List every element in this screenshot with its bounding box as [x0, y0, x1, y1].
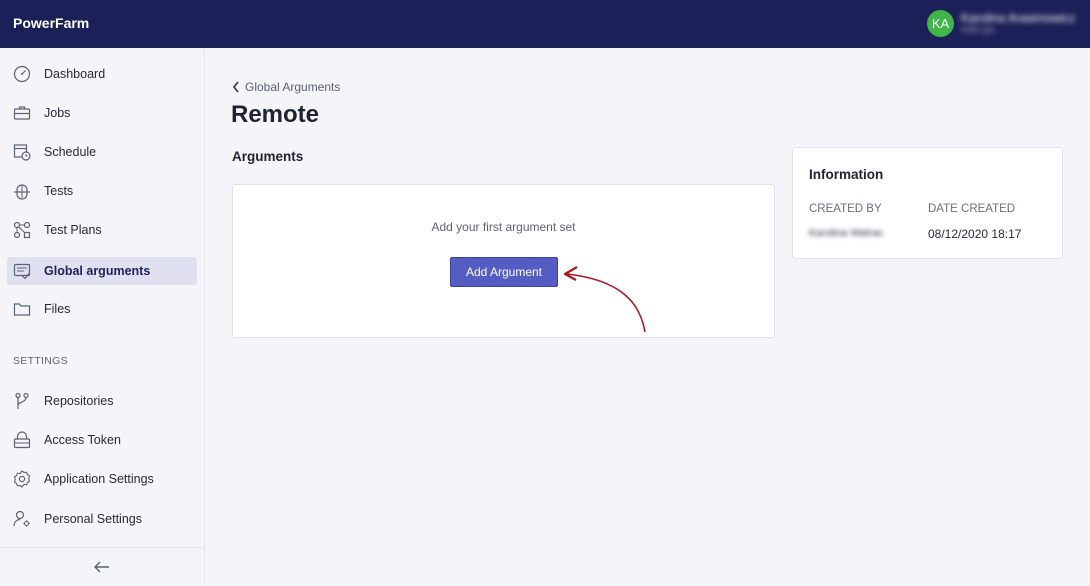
sidebar-item-tests[interactable]: Tests: [7, 177, 197, 205]
sidebar-item-personal-settings[interactable]: Personal Settings: [7, 505, 197, 533]
sidebar-item-label: Repositories: [44, 394, 114, 408]
user-subtitle: HIRI QA: [961, 25, 995, 35]
brand-logo[interactable]: PowerFarm: [13, 15, 89, 31]
sidebar-item-label: Access Token: [44, 433, 121, 447]
briefcase-icon: [13, 106, 31, 120]
git-branch-icon: [15, 392, 29, 409]
user-menu[interactable]: KA Karolina Arasimowicz HIRI QA: [927, 10, 1075, 37]
sidebar-item-label: Test Plans: [44, 223, 102, 237]
page-title: Remote: [231, 101, 320, 128]
sidebar-item-label: Schedule: [44, 145, 97, 159]
user-settings-icon: [13, 510, 30, 527]
sidebar-item-label: Personal Settings: [44, 512, 142, 526]
sidebar: Dashboard Jobs Schedule Tests Test Plans…: [0, 48, 205, 586]
sidebar-item-global-arguments[interactable]: Global arguments: [7, 257, 197, 285]
sidebar-item-application-settings[interactable]: Application Settings: [7, 465, 197, 493]
arguments-card: Add your first argument set Add Argument: [232, 184, 775, 338]
annotation-arrow: [563, 266, 646, 333]
created-by-value: Karolina Watrac: [809, 227, 884, 239]
dashboard-gauge-icon: [13, 65, 31, 83]
lock-icon: [13, 431, 31, 449]
sidebar-item-schedule[interactable]: Schedule: [7, 138, 197, 166]
calendar-clock-icon: [13, 144, 31, 161]
sidebar-footer: [0, 547, 204, 586]
add-argument-button[interactable]: Add Argument: [450, 257, 558, 287]
sidebar-item-files[interactable]: Files: [7, 295, 197, 323]
sidebar-item-label: Jobs: [44, 106, 71, 120]
global-arguments-icon: [13, 263, 31, 280]
empty-state-text: Add your first argument set: [431, 220, 576, 234]
arrow-left-icon[interactable]: [93, 559, 111, 575]
test-plans-icon: [13, 221, 31, 239]
sidebar-item-label: Tests: [44, 184, 74, 198]
sidebar-item-test-plans[interactable]: Test Plans: [7, 216, 197, 244]
bug-icon: [14, 184, 30, 200]
user-name: Karolina Arasimowicz: [961, 11, 1076, 25]
date-created-value: 08/12/2020 18:17: [928, 227, 1022, 241]
sidebar-item-label: Application Settings: [44, 472, 154, 486]
breadcrumb-link[interactable]: Global Arguments: [245, 80, 340, 94]
avatar[interactable]: KA: [927, 10, 954, 37]
sidebar-item-label: Files: [44, 302, 71, 316]
arguments-section-title: Arguments: [232, 149, 304, 164]
information-card: Information CREATED BY DATE CREATED Karo…: [792, 147, 1063, 259]
folder-icon: [13, 303, 31, 316]
sidebar-item-label: Global arguments: [44, 264, 151, 278]
sidebar-item-access-token[interactable]: Access Token: [7, 426, 197, 454]
sidebar-item-repositories[interactable]: Repositories: [7, 387, 197, 415]
sidebar-item-dashboard[interactable]: Dashboard: [7, 60, 197, 88]
information-title: Information: [809, 167, 884, 182]
settings-section-heading: SETTINGS: [13, 355, 68, 367]
chevron-left-icon: [232, 81, 239, 93]
date-created-label: DATE CREATED: [928, 203, 1016, 215]
sidebar-item-label: Dashboard: [44, 67, 106, 81]
sidebar-item-jobs[interactable]: Jobs: [7, 99, 197, 127]
gear-icon: [13, 470, 31, 488]
created-by-label: CREATED BY: [809, 203, 882, 215]
top-bar: PowerFarm KA Karolina Arasimowicz HIRI Q…: [0, 0, 1090, 48]
breadcrumb[interactable]: Global Arguments: [232, 80, 340, 94]
